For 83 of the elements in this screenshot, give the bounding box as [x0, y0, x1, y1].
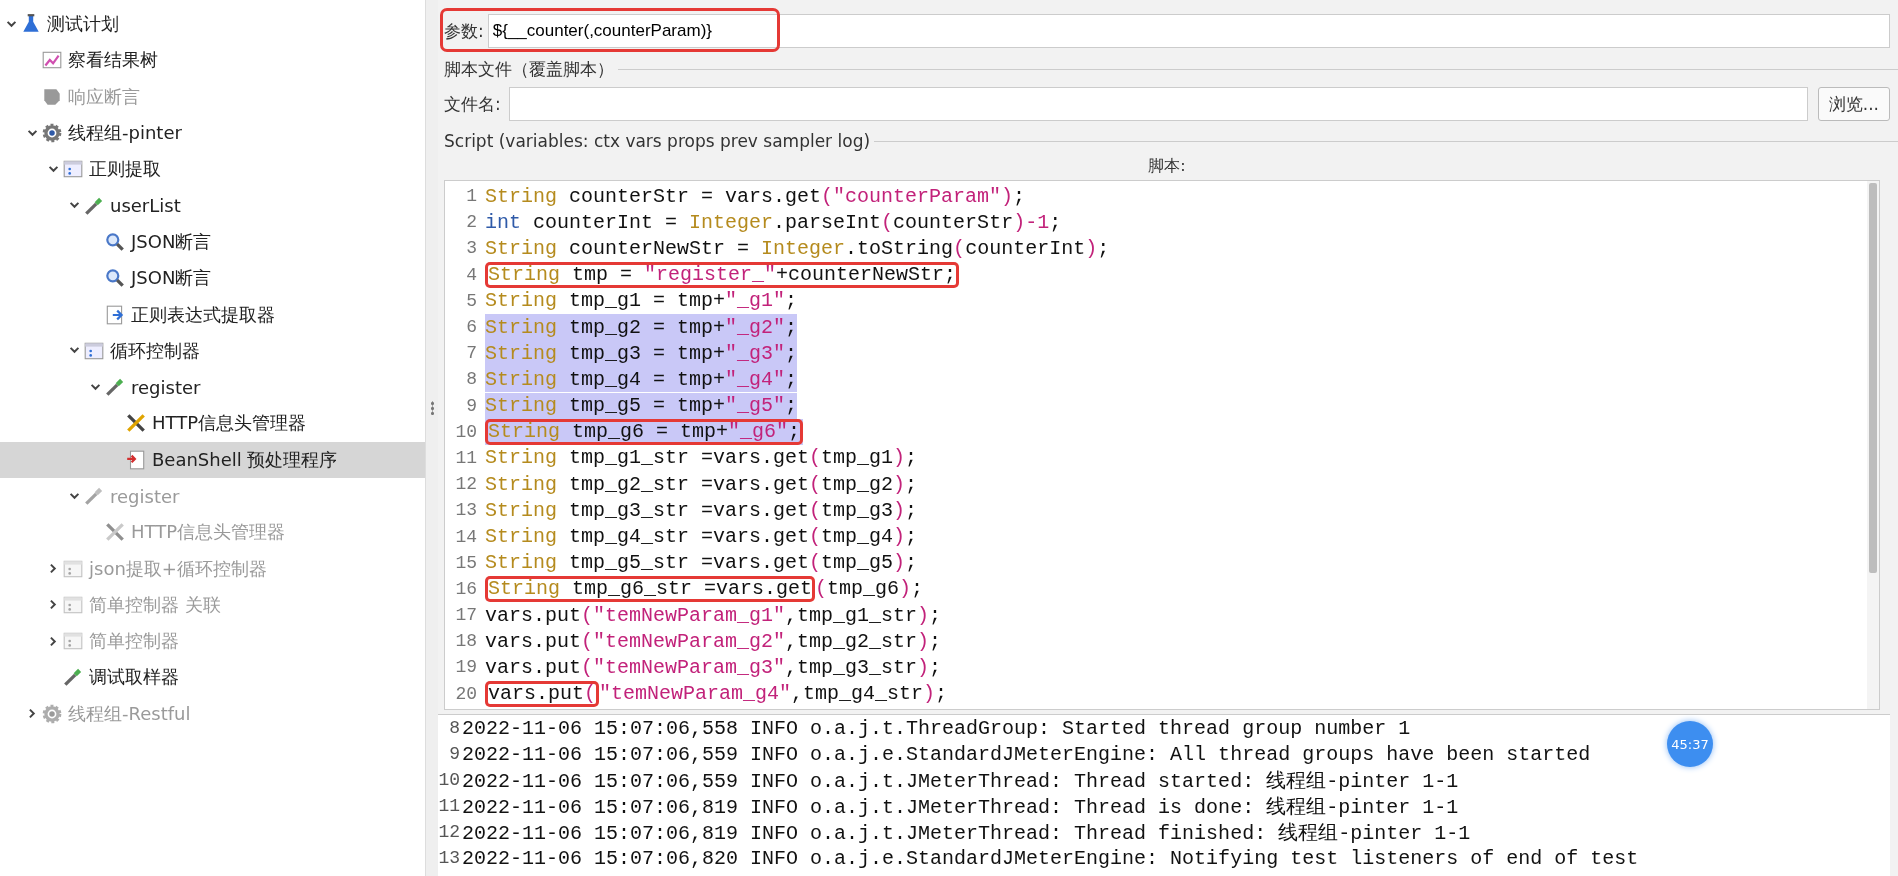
line-number: 8: [465, 369, 478, 390]
code-line: String tmp_g1_str =vars.get(tmp_g1);: [485, 445, 918, 471]
line-number: 19: [454, 657, 478, 678]
splitter-handle[interactable]: [430, 401, 434, 415]
line-number: 2: [465, 212, 478, 233]
log-line: 2022-11-06 15:07:06,559 INFO o.a.j.t.JMeterThread: Thread started: 线程组-pinter 1-1: [462, 768, 1459, 794]
code-editor[interactable]: [444, 180, 1880, 710]
tree-item[interactable]: 测试计划: [0, 6, 425, 43]
line-number: 3: [465, 238, 478, 259]
line-number: 1: [465, 186, 478, 207]
line-number: 13: [454, 500, 478, 521]
line-number: 9: [448, 744, 461, 764]
tree-item[interactable]: 正则提取: [0, 151, 425, 188]
tree-item[interactable]: 察看结果树: [0, 42, 425, 79]
log-line: 2022-11-06 15:07:06,558 INFO o.a.j.t.ThreadGroup: Started thread group number 1: [462, 716, 1411, 740]
line-number: 4: [465, 264, 478, 285]
code-line: String tmp_g4_str =vars.get(tmp_g4);: [485, 524, 918, 550]
log-line: 2022-11-06 15:07:06,819 INFO o.a.j.t.JMeterThread: Thread finished: 线程组-pinter 1-1: [462, 820, 1471, 846]
code-line: String counterStr = vars.get("counterParam");: [485, 183, 1026, 210]
gear-icon: [41, 122, 63, 145]
parameters-field[interactable]: ${__counter(,counterParam)}: [487, 14, 1890, 48]
line-number: 5: [465, 290, 478, 311]
scrollbar-thumb[interactable]: [1869, 183, 1877, 573]
line-number: 10: [454, 421, 478, 442]
line-number: 15: [454, 552, 478, 573]
script-label: 脚本:: [1148, 156, 1186, 177]
tree-item[interactable]: 正则表达式提取器: [0, 296, 425, 333]
code-line: vars.put("temNewParam_g2",tmp_g2_str);: [485, 628, 942, 655]
line-number: 13: [438, 848, 461, 868]
tools-icon: [104, 521, 126, 544]
line-number: 6: [465, 317, 478, 338]
pipette-icon: [104, 376, 126, 399]
file-name-field[interactable]: [508, 87, 1808, 121]
search-icon: [104, 230, 126, 253]
line-number: 8: [448, 718, 461, 738]
line-number: 12: [438, 822, 461, 842]
line-number: 10: [438, 770, 461, 790]
line-number: 16: [454, 578, 478, 599]
line-number: 11: [454, 447, 478, 468]
section-title: 脚本文件（覆盖脚本）: [444, 57, 614, 81]
code-line: String tmp_g6_str =vars.get(tmp_g6);: [485, 575, 924, 602]
code-line: String tmp_g6 = tmp+"_g6";: [485, 418, 804, 445]
code-line: String tmp = "register_"+counterNewStr;: [485, 261, 960, 288]
line-number: 12: [454, 474, 478, 495]
log-line: 2022-11-06 15:07:06,820 INFO o.a.j.e.StandardJMeterEngine: Notifying test listeners of end of test: [462, 846, 1639, 870]
pipette-icon: [62, 666, 84, 689]
tree-item[interactable]: 调试取样器: [0, 659, 425, 696]
code-line: vars.put("temNewParam_g3",tmp_g3_str);: [485, 654, 942, 681]
tree-item[interactable]: register: [0, 368, 425, 406]
file-name-label: 文件名:: [444, 92, 501, 116]
line-number: 18: [454, 631, 478, 652]
tree-item[interactable]: HTTP信息头管理器: [0, 405, 425, 442]
code-line: String tmp_g5_str =vars.get(tmp_g5);: [485, 550, 918, 576]
document-arrow-icon: [125, 448, 147, 471]
log-line: 2022-11-06 15:07:06,559 INFO o.a.j.e.StandardJMeterEngine: All thread groups have been started: [462, 742, 1591, 766]
tree-item[interactable]: userList: [0, 187, 425, 224]
line-number: 14: [454, 526, 478, 547]
tree-item[interactable]: 循环控制器: [0, 332, 425, 369]
tree-item[interactable]: 线程组-pinter: [0, 114, 425, 152]
code-line: String counterNewStr = Integer.toString(counterInt);: [485, 235, 1110, 262]
log-line: 2022-11-06 15:07:06,819 INFO o.a.j.t.JMeterThread: Thread is done: 线程组-pinter 1-1: [462, 794, 1459, 820]
line-number: 11: [438, 796, 461, 816]
code-line: String tmp_g2_str =vars.get(tmp_g2);: [485, 471, 918, 498]
code-line: vars.put("temNewParam_g1",tmp_g1_str);: [485, 602, 942, 629]
section-title: Script (variables: ctx vars props prev sampler log): [444, 131, 871, 151]
search-icon: [104, 267, 126, 290]
code-line: String tmp_g3_str =vars.get(tmp_g3);: [485, 497, 918, 524]
line-number: 17: [454, 605, 478, 626]
tree-item[interactable]: JSON断言: [0, 223, 425, 261]
line-number: 20: [454, 683, 478, 704]
code-line: int counterInt = Integer.parseInt(counterStr)-1;: [485, 209, 1062, 236]
tree-item[interactable]: JSON断言: [0, 260, 425, 297]
code-line: vars.put("temNewParam_g4",tmp_g4_str);: [485, 680, 948, 707]
code-line: String tmp_g1 = tmp+"_g1";: [485, 288, 798, 314]
pipette-icon: [83, 485, 105, 507]
tree-item[interactable]: BeanShell 预处理程序: [0, 441, 425, 478]
line-number: 7: [465, 343, 478, 364]
browse-button[interactable]: 浏览...: [1817, 87, 1890, 121]
timer-badge: 45:37: [1667, 721, 1713, 767]
parameters-label: 参数:: [444, 19, 484, 43]
line-number: 9: [465, 395, 478, 416]
gear-icon: [41, 702, 63, 725]
tools-icon: [125, 412, 147, 435]
